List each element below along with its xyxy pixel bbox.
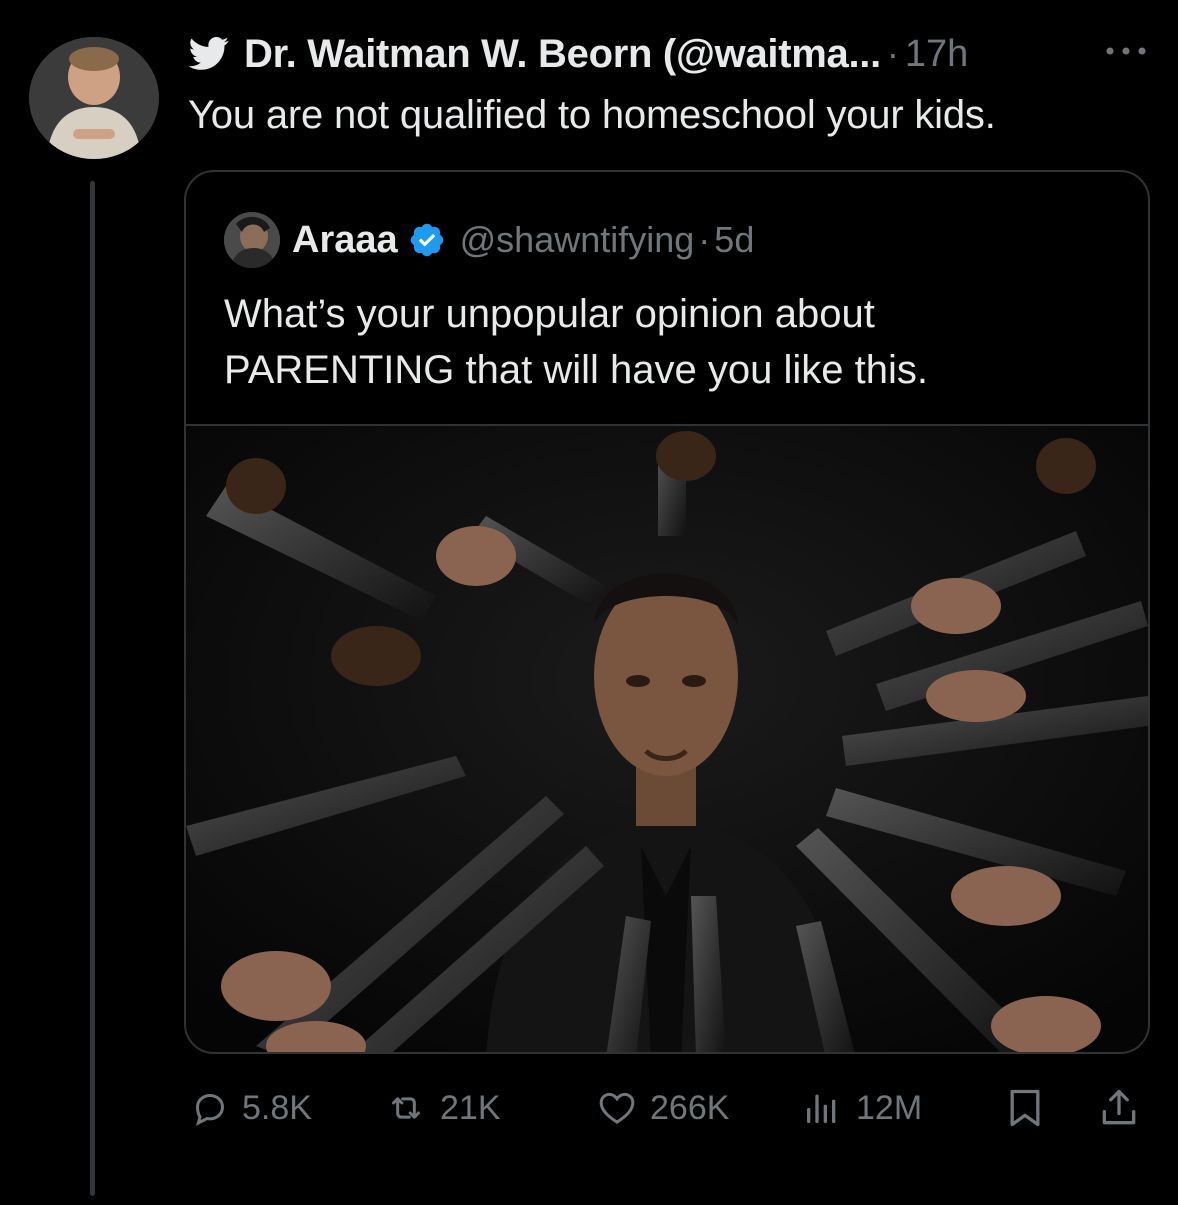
quoted-author-name[interactable]: Araaa bbox=[292, 219, 398, 262]
views-button[interactable]: 12M bbox=[800, 1078, 922, 1138]
separator-dot: · bbox=[886, 33, 899, 74]
bookmark-button[interactable] bbox=[1003, 1078, 1059, 1138]
share-button[interactable] bbox=[1097, 1078, 1153, 1138]
quoted-tweet-header: Araaa @shawntifying · 5d bbox=[224, 212, 754, 268]
quoted-text-line-2: PARENTING that will have you like this. bbox=[224, 348, 928, 392]
quoted-text-line-1: What’s your unpopular opinion about bbox=[224, 292, 875, 336]
like-button[interactable]: 266K bbox=[596, 1078, 729, 1138]
like-count: 266K bbox=[650, 1088, 730, 1127]
heart-icon bbox=[599, 1092, 635, 1124]
retweet-button[interactable]: 21K bbox=[384, 1078, 501, 1138]
tweet-time[interactable]: 17h bbox=[905, 33, 968, 76]
quoted-tweet-card[interactable]: Araaa @shawntifying · 5d What’s your unp… bbox=[184, 170, 1150, 1054]
reply-icon bbox=[195, 1093, 225, 1126]
quoted-tweet-time[interactable]: 5d bbox=[714, 219, 754, 261]
quoted-tweet-image[interactable] bbox=[186, 424, 1148, 1052]
tweet-text: You are not qualified to homeschool your… bbox=[188, 93, 996, 137]
author-avatar[interactable] bbox=[29, 37, 159, 159]
action-bar: 5.8K 21K 266K 12M bbox=[0, 1078, 1178, 1138]
quoted-author-avatar[interactable] bbox=[224, 212, 280, 268]
twitter-bird-icon bbox=[188, 37, 229, 70]
more-icon[interactable] bbox=[1101, 36, 1151, 66]
reply-button[interactable]: 5.8K bbox=[190, 1078, 312, 1138]
share-icon bbox=[1102, 1089, 1136, 1125]
bookmark-icon bbox=[1010, 1089, 1040, 1127]
quoted-tweet-text: What’s your unpopular opinion about PARE… bbox=[224, 286, 928, 398]
views-icon bbox=[807, 1094, 836, 1123]
separator-dot: · bbox=[698, 219, 711, 260]
retweet-icon bbox=[392, 1097, 420, 1119]
retweet-count: 21K bbox=[440, 1088, 501, 1127]
reply-count: 5.8K bbox=[242, 1088, 312, 1127]
tweet-header: Dr. Waitman W. Beorn (@waitma... · 17h bbox=[188, 26, 968, 82]
verified-badge-icon bbox=[410, 223, 443, 257]
thread-line bbox=[90, 181, 95, 1196]
quoted-author-handle[interactable]: @shawntifying bbox=[460, 219, 695, 261]
views-count: 12M bbox=[856, 1088, 923, 1127]
author-name[interactable]: Dr. Waitman W. Beorn (@waitma... bbox=[244, 32, 881, 77]
